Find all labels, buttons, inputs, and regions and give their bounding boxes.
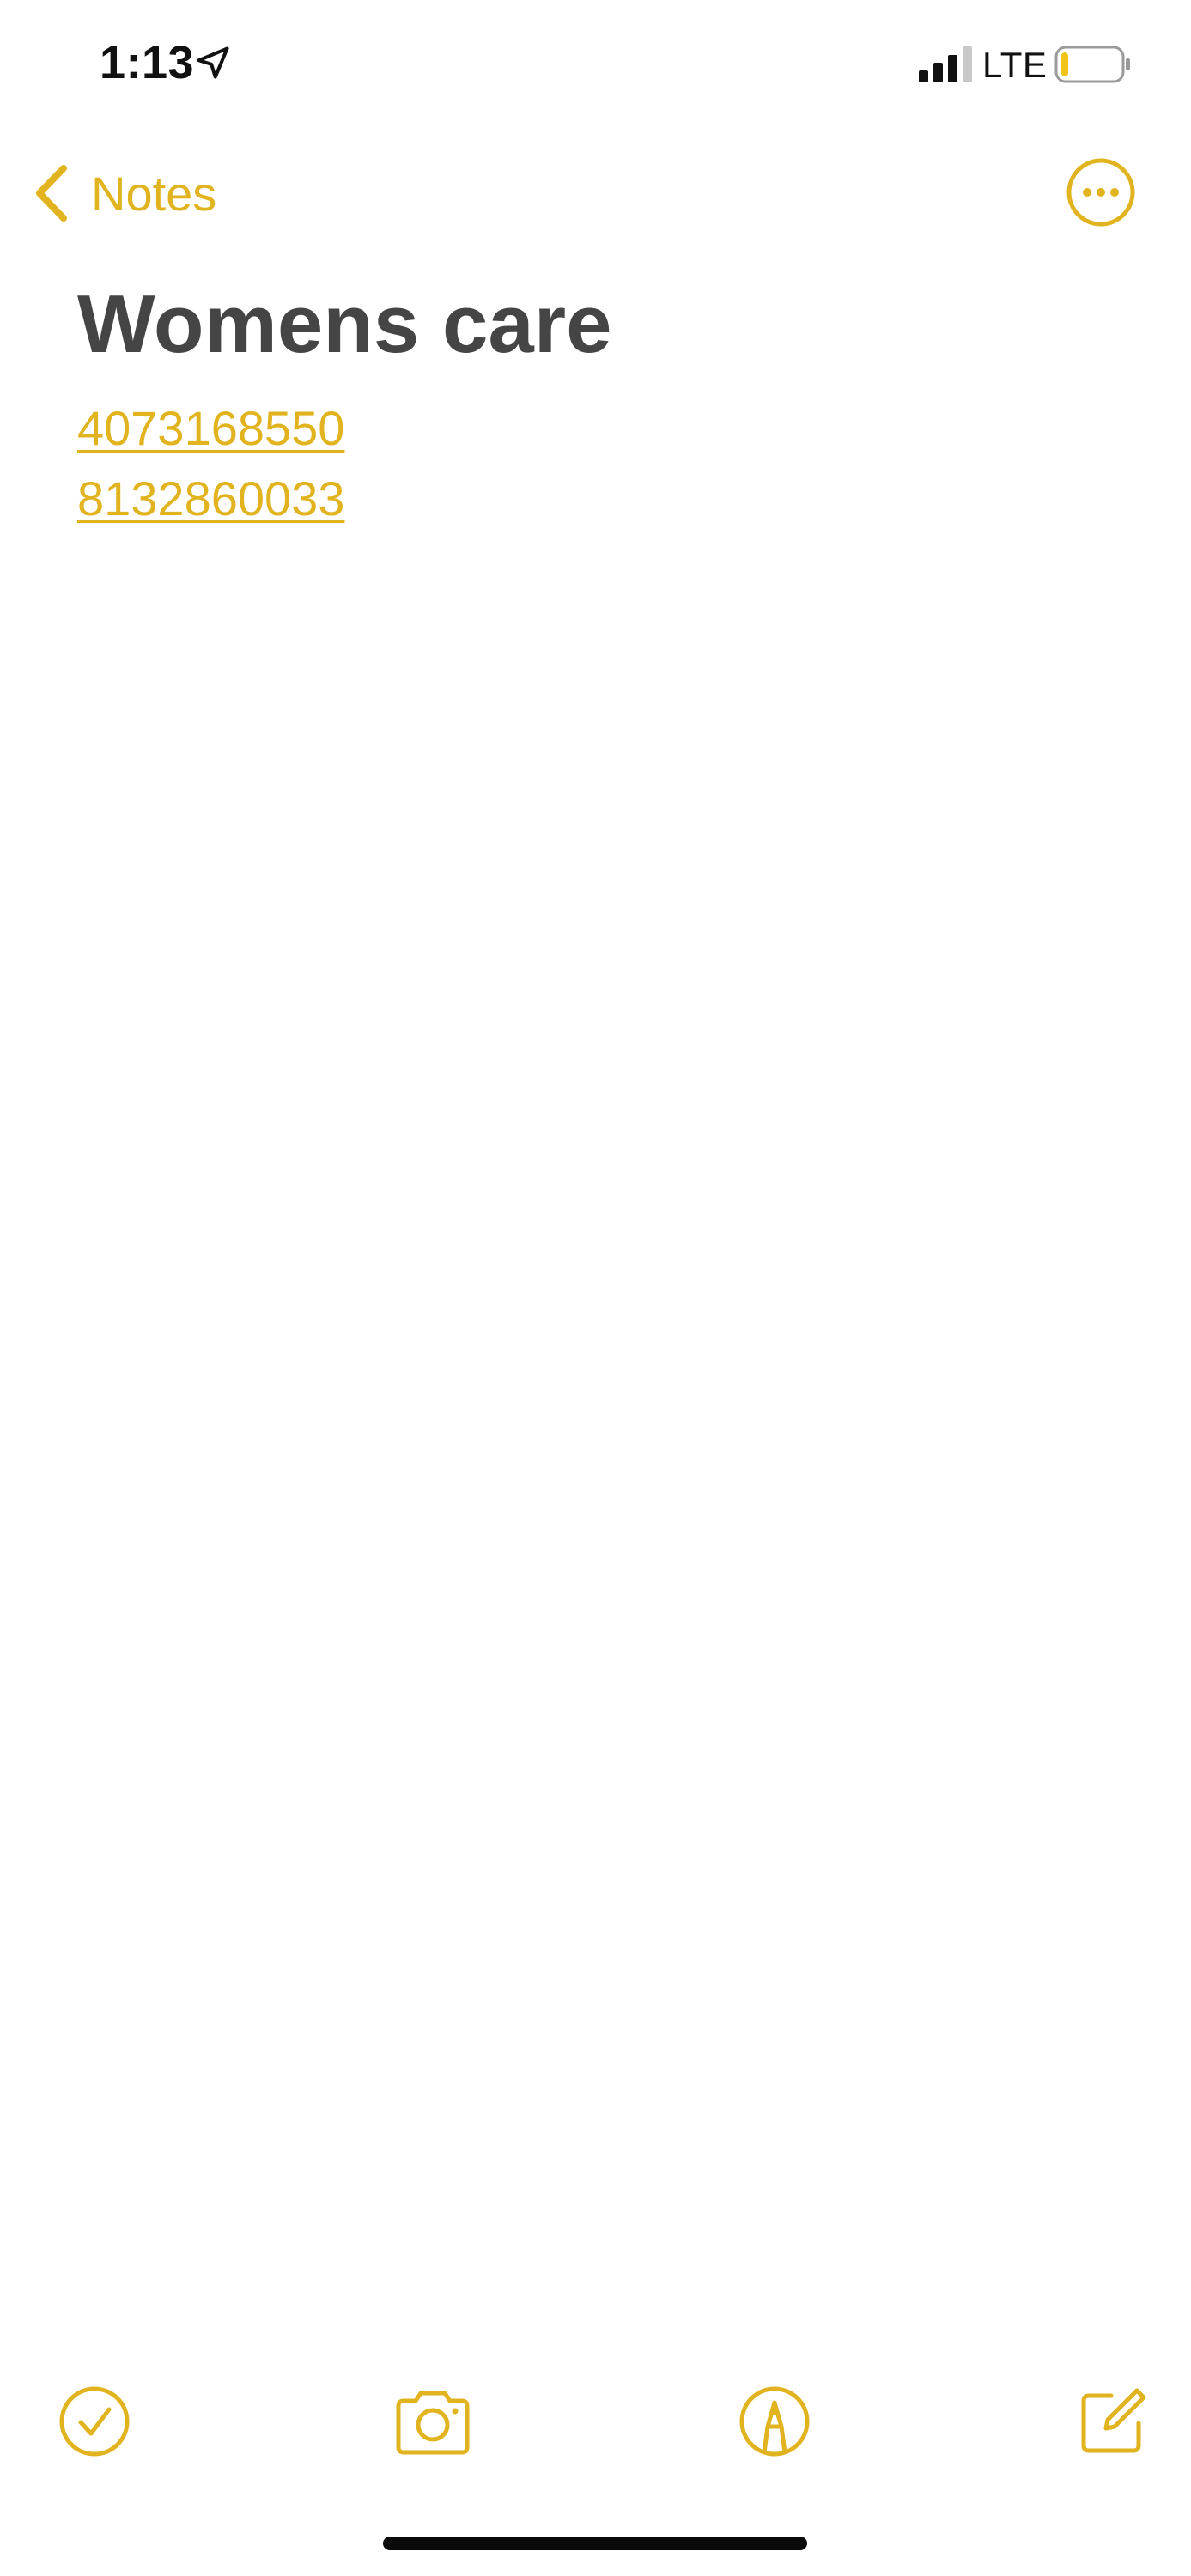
battery-low-icon: [1054, 46, 1130, 83]
status-bar: 1:13 LTE: [0, 0, 1191, 129]
bottom-toolbar: [0, 2370, 1191, 2464]
back-label: Notes: [91, 166, 217, 221]
status-time: 1:13: [100, 37, 195, 88]
chevron-left-icon: [36, 165, 67, 222]
home-indicator[interactable]: [383, 2537, 807, 2550]
navigation-bar: Notes: [0, 146, 1191, 240]
cellular-signal-icon: [919, 46, 972, 82]
location-arrow-icon: [197, 46, 229, 79]
note-body[interactable]: Womens care 4073168550 8132860033: [77, 273, 1108, 534]
phone-link[interactable]: 8132860033: [77, 464, 1108, 534]
phone-link[interactable]: 4073168550: [77, 393, 1108, 464]
network-type: LTE: [982, 45, 1048, 85]
checklist-icon[interactable]: [57, 2384, 132, 2459]
note-title[interactable]: Womens care: [77, 273, 1108, 376]
ellipsis-circle-icon[interactable]: [1065, 156, 1137, 228]
back-button[interactable]: Notes: [33, 156, 216, 230]
camera-icon[interactable]: [392, 2384, 474, 2459]
markup-pen-icon[interactable]: [737, 2384, 812, 2459]
compose-icon[interactable]: [1075, 2384, 1151, 2459]
